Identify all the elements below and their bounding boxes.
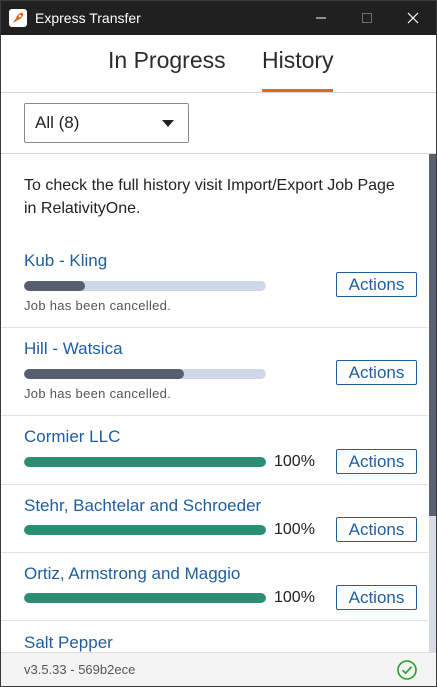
close-icon xyxy=(407,12,419,24)
job-progress-bar xyxy=(24,593,266,603)
app-window: Express Transfer In Progress History All… xyxy=(0,0,437,687)
maximize-icon xyxy=(362,13,372,23)
job-item: Salt Pepper xyxy=(1,621,428,652)
job-item: Cormier LLC 100% Actions xyxy=(1,416,428,485)
job-progress-fill xyxy=(24,593,266,603)
job-name-link[interactable]: Salt Pepper xyxy=(24,633,113,652)
active-tab-indicator xyxy=(262,89,333,92)
caret-down-icon xyxy=(162,120,174,127)
history-info-text: To check the full history visit Import/E… xyxy=(24,177,395,217)
job-item: Stehr, Bachtelar and Schroeder 100% Acti… xyxy=(1,485,428,553)
job-actions-button[interactable]: Actions xyxy=(336,517,417,542)
history-list[interactable]: To check the full history visit Import/E… xyxy=(1,154,436,652)
check-circle-icon xyxy=(397,660,417,680)
job-progress-fill xyxy=(24,525,266,535)
job-name-link[interactable]: Hill - Watsica xyxy=(24,339,123,359)
rocket-icon xyxy=(9,9,27,27)
status-filter-value: All (8) xyxy=(35,113,80,132)
job-actions-button[interactable]: Actions xyxy=(336,272,417,297)
job-progress-bar xyxy=(24,457,266,467)
status-filter-select[interactable]: All (8) xyxy=(24,103,189,143)
window-controls xyxy=(298,1,436,35)
job-name-link[interactable]: Cormier LLC xyxy=(24,427,120,447)
minimize-button[interactable] xyxy=(298,1,344,35)
list-scrollbar[interactable] xyxy=(429,154,436,652)
scrollbar-thumb[interactable] xyxy=(429,154,436,516)
job-progress-bar xyxy=(24,281,266,291)
job-progress-fill xyxy=(24,281,85,291)
minimize-icon xyxy=(316,17,326,19)
job-status-text: Job has been cancelled. xyxy=(24,386,172,401)
job-actions-button[interactable]: Actions xyxy=(336,585,417,610)
window-title: Express Transfer xyxy=(35,10,141,26)
version-label: v3.5.33 - 569b2ece xyxy=(24,662,136,677)
close-button[interactable] xyxy=(390,1,436,35)
job-percent-label: 100% xyxy=(274,521,315,538)
job-item: Ortiz, Armstrong and Maggio 100% Actions xyxy=(1,553,428,621)
job-name-link[interactable]: Stehr, Bachtelar and Schroeder xyxy=(24,496,261,516)
job-actions-button[interactable]: Actions xyxy=(336,360,417,385)
tab-in-progress[interactable]: In Progress xyxy=(108,47,226,74)
job-progress-fill xyxy=(24,457,266,467)
job-percent-label: 100% xyxy=(274,453,315,470)
job-progress-bar xyxy=(24,369,266,379)
status-footer: v3.5.33 - 569b2ece xyxy=(1,652,436,686)
job-percent-label: 100% xyxy=(274,589,315,606)
tab-bar: In Progress History xyxy=(1,35,436,93)
tab-history[interactable]: History xyxy=(262,47,334,74)
job-progress-bar xyxy=(24,525,266,535)
job-name-link[interactable]: Kub - Kling xyxy=(24,251,107,271)
job-name-link[interactable]: Ortiz, Armstrong and Maggio xyxy=(24,564,240,584)
job-item: Hill - Watsica Job has been cancelled. A… xyxy=(1,328,428,416)
title-bar: Express Transfer xyxy=(1,1,436,35)
job-progress-fill xyxy=(24,369,184,379)
maximize-button[interactable] xyxy=(344,1,390,35)
job-status-text: Job has been cancelled. xyxy=(24,298,172,313)
job-item: Kub - Kling Job has been cancelled. Acti… xyxy=(1,239,428,328)
filter-area: All (8) xyxy=(1,93,436,154)
job-actions-button[interactable]: Actions xyxy=(336,449,417,474)
